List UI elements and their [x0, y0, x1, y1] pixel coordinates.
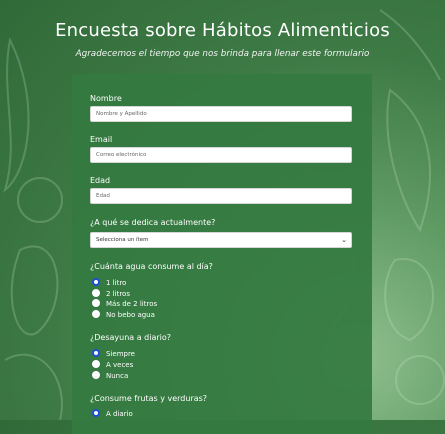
water-option[interactable]: No bebo agua: [92, 310, 155, 320]
name-input[interactable]: Nombre y Apellido: [90, 106, 352, 122]
water-option[interactable]: 1 litro: [92, 278, 126, 288]
radio-icon[interactable]: [92, 310, 100, 318]
age-label: Edad: [90, 176, 111, 185]
water-option[interactable]: Más de 2 litros: [92, 299, 157, 309]
email-input[interactable]: Correo electrónico: [90, 147, 352, 163]
email-label: Email: [90, 135, 113, 144]
radio-icon[interactable]: [92, 360, 100, 368]
breakfast-option[interactable]: A veces: [92, 360, 133, 370]
occupation-select[interactable]: Selecciona un ítem ⌄: [90, 232, 352, 248]
chevron-down-icon: ⌄: [341, 236, 347, 244]
radio-checked-icon[interactable]: [92, 278, 100, 286]
breakfast-label: ¿Desayuna a diario?: [90, 333, 172, 342]
breakfast-option[interactable]: Siempre: [92, 349, 135, 359]
fruits-option[interactable]: A diario: [92, 409, 133, 419]
page-subtitle: Agradecemos el tiempo que nos brinda par…: [75, 49, 370, 59]
radio-icon[interactable]: [92, 289, 100, 297]
occupation-label: ¿A qué se dedica actualmente?: [90, 218, 216, 227]
name-label: Nombre: [90, 94, 122, 103]
radio-checked-icon[interactable]: [92, 409, 100, 417]
fruits-label: ¿Consume frutas y verduras?: [90, 394, 208, 403]
radio-icon[interactable]: [92, 371, 100, 379]
water-label: ¿Cuánta agua consume al día?: [90, 262, 213, 271]
occupation-selected-value: Selecciona un ítem: [96, 237, 149, 243]
survey-form: Nombre Nombre y Apellido Email Correo el…: [72, 74, 372, 434]
radio-icon[interactable]: [92, 299, 100, 307]
age-input[interactable]: Edad: [90, 188, 352, 204]
radio-checked-icon[interactable]: [92, 349, 100, 357]
breakfast-option[interactable]: Nunca: [92, 371, 128, 381]
page-title: Encuesta sobre Hábitos Alimenticios: [55, 20, 390, 41]
water-option[interactable]: 2 litros: [92, 289, 130, 299]
